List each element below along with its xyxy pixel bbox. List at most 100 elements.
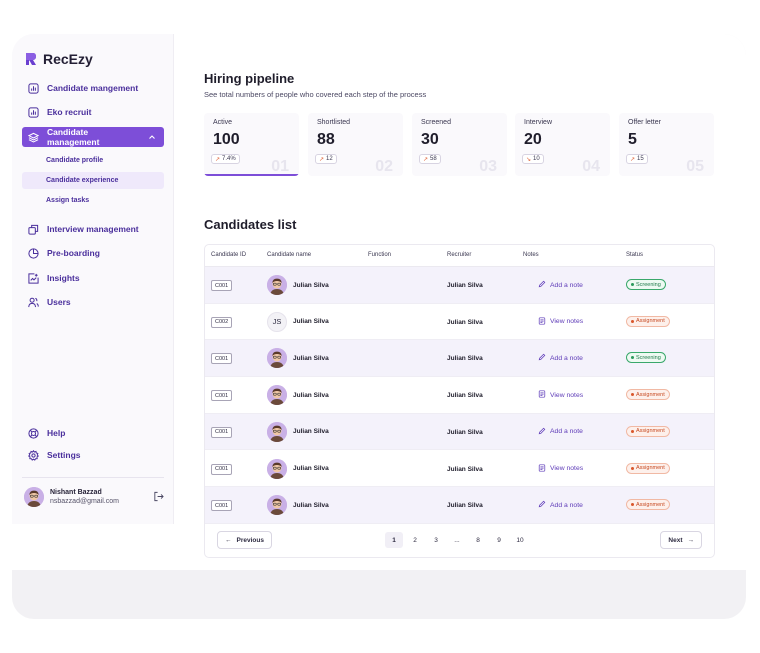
sidebar: RecEzy Candidate mangement Eko recruit C… [12,34,174,524]
column-header[interactable]: Recruiter [447,252,471,258]
table-row[interactable]: C001 Julian Silva Julian Silva Add a note As… [205,413,714,451]
pipeline-card-screened[interactable]: Screened 30 ↗ 58 03 [412,113,507,176]
notes-label: Add a note [550,281,583,289]
stat-delta: ↘ 10 [522,154,544,164]
document-icon [538,463,546,474]
brand[interactable]: RecEzy [25,51,93,67]
logout-icon[interactable] [153,491,164,502]
status-dot [631,429,634,433]
recruiter-name: Julian Silva [447,355,483,363]
sidebar-item-candidate-management[interactable]: Candidate management [22,127,164,147]
column-header[interactable]: Notes [523,252,539,258]
pipeline-card-offer-letter[interactable]: Offer letter 5 ↗ 15 05 [619,113,714,176]
table-row[interactable]: C002 JS Julian Silva Julian Silva View notes… [205,304,714,341]
candidates-list-title: Candidates list [204,217,297,232]
column-header[interactable]: Candidate name [267,252,311,258]
sidebar-subitem-candidate-profile[interactable]: Candidate profile [22,152,164,169]
candidate-name-cell[interactable]: Julian Silva [267,421,329,442]
candidate-id: C002 [211,316,233,328]
candidate-name-cell[interactable]: Julian Silva [267,348,329,369]
candidate-avatar [267,421,287,442]
avatar [24,487,44,507]
notes-link[interactable]: Add a note [538,426,583,438]
sidebar-item-interview-management[interactable]: Interview management [22,219,164,239]
candidate-id: C001 [211,463,233,475]
previous-label: Previous [236,536,264,544]
stat-label: Screened [421,119,451,126]
pipeline-card-active[interactable]: Active 100 ↗ 7.4% 01 [204,113,299,176]
table-row[interactable]: C001 Julian Silva Julian Silva View notes As… [205,377,714,414]
candidate-avatar [267,385,287,406]
notes-link[interactable]: View notes [538,463,583,475]
candidate-name-cell[interactable]: Julian Silva [267,495,329,516]
document-icon [538,390,546,400]
table-row[interactable]: C001 Julian Silva Julian Silva Add a note Sc… [205,267,714,304]
recezy-logo-icon [26,53,36,65]
notes-link[interactable]: Add a note [538,279,583,291]
table-row[interactable]: C001 Julian Silva Julian Silva Add a note Sc… [205,340,714,378]
user-profile[interactable]: Nishant Bazzad nsbazzad@gmail.com [24,486,164,508]
stat-delta-value: 7.4% [222,156,236,162]
candidate-name-cell[interactable]: Julian Silva [267,385,329,406]
notes-link[interactable]: Add a note [538,352,583,364]
page-number[interactable]: 8 [469,532,487,548]
notes-link[interactable]: View notes [538,389,583,401]
page-subtitle: See total numbers of people who covered … [204,90,427,99]
candidate-name-cell[interactable]: Julian Silva [267,275,329,295]
candidate-name: Julian Silva [293,428,329,436]
chevron-up-icon[interactable] [148,133,156,141]
candidate-avatar [267,458,287,479]
notes-link[interactable]: View notes [538,316,583,328]
sidebar-item-settings[interactable]: Settings [22,445,164,465]
page-title: Hiring pipeline [204,71,295,86]
sidebar-subitem-candidate-experience[interactable]: Candidate experience [22,172,164,189]
column-header[interactable]: Status [626,252,643,258]
page-number[interactable]: 2 [406,532,424,548]
stat-delta: ↗ 7.4% [211,154,240,164]
arrow-left-icon: ← [225,536,232,544]
status-badge: Assignment [626,499,670,511]
sidebar-item-label: Candidate mangement [47,83,139,93]
previous-button[interactable]: ← Previous [217,531,272,549]
candidate-id: C001 [211,353,233,365]
status-badge: Assignment [626,389,670,401]
sidebar-item-eko-recruit[interactable]: Eko recruit [22,102,164,122]
sidebar-item-help[interactable]: Help [22,423,164,443]
candidate-id: C001 [211,500,233,512]
notes-link[interactable]: Add a note [538,499,583,511]
sidebar-item-pre-boarding[interactable]: Pre-boarding [22,243,164,263]
status-dot [631,466,634,470]
sidebar-item-insights[interactable]: Insights [22,268,164,288]
status-badge: Assignment [626,315,670,327]
candidate-avatar [267,495,287,516]
brand-name: RecEzy [43,51,93,67]
sidebar-subitem-assign-tasks[interactable]: Assign tasks [22,192,164,209]
sidebar-item-users[interactable]: Users [22,292,164,312]
column-header[interactable]: Candidate ID [211,252,246,258]
page-number[interactable]: 10 [511,532,529,548]
page-number[interactable]: 3 [427,532,445,548]
candidate-name: Julian Silva [293,281,329,289]
candidate-name-cell[interactable]: JS Julian Silva [267,311,329,332]
stat-label: Shortlisted [317,119,351,126]
table-row[interactable]: C001 Julian Silva Julian Silva View notes As… [205,451,714,488]
candidate-name-cell[interactable]: Julian Silva [267,458,329,479]
pencil-icon [538,280,546,290]
table-row[interactable]: C001 Julian Silva Julian Silva Add a note As… [205,487,714,524]
next-button[interactable]: Next → [660,531,702,549]
app-frame: RecEzy Candidate mangement Eko recruit C… [12,34,746,619]
help-icon [28,427,39,439]
status-label: Assignment [636,391,665,398]
sidebar-item-label: Pre-boarding [47,248,100,258]
stat-delta-value: 15 [637,156,644,162]
recruiter-name: Julian Silva [447,318,483,326]
sidebar-item-label: Insights [47,273,80,283]
pipeline-card-interview[interactable]: Interview 20 ↘ 10 04 [515,113,610,176]
notes-label: View notes [550,391,584,399]
column-header[interactable]: Function [368,252,391,258]
sidebar-item-candidate-mangement[interactable]: Candidate mangement [22,78,164,98]
page-number[interactable]: 9 [490,532,508,548]
candidate-id: C001 [211,280,233,291]
page-number[interactable]: 1 [385,532,403,548]
pipeline-card-shortlisted[interactable]: Shortlisted 88 ↗ 12 02 [308,113,403,176]
